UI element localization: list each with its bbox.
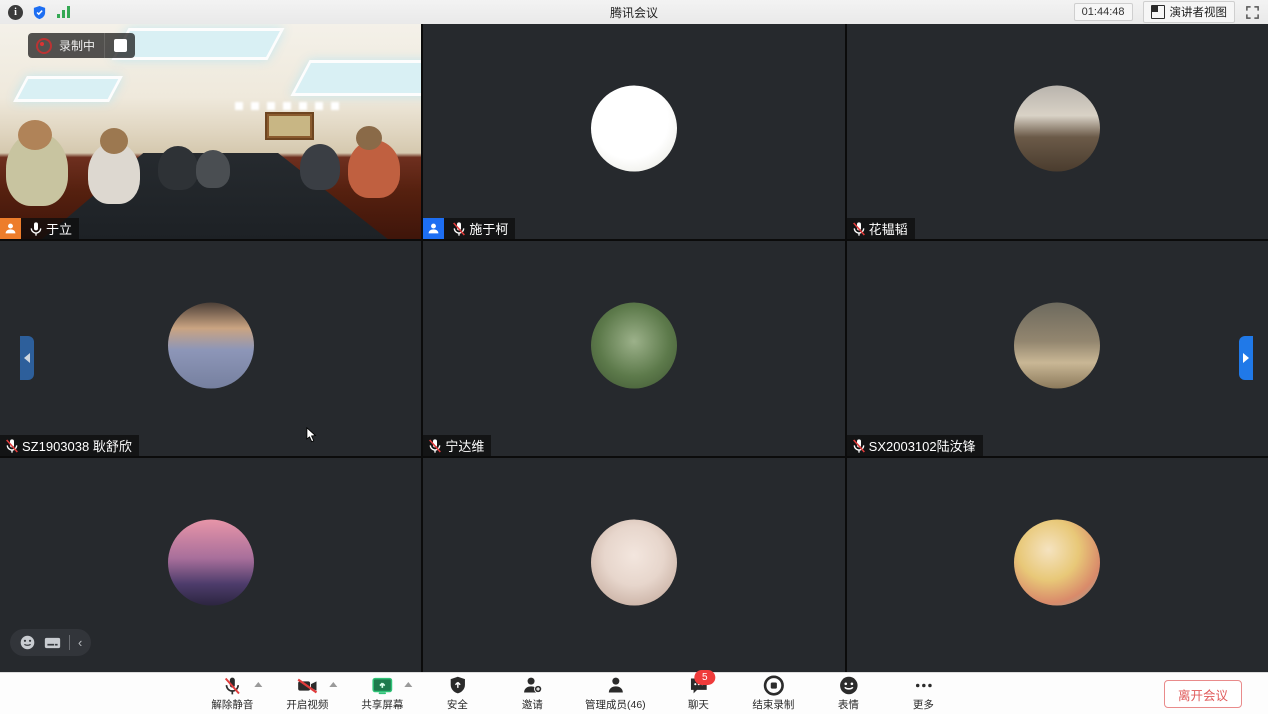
recording-label: 录制中 [59, 37, 95, 54]
invite-label: 邀请 [522, 697, 543, 712]
participant-name: 宁达维 [445, 436, 484, 455]
share-options-caret[interactable] [404, 682, 412, 687]
stop-recording-label: 结束录制 [752, 697, 794, 712]
chat-label: 聊天 [688, 697, 709, 712]
security-button[interactable]: 安全 [428, 675, 486, 712]
reactions-label: 表情 [838, 697, 859, 712]
caption-icon[interactable] [44, 636, 61, 650]
bottom-toolbar: 解除静音 开启视频 共享屏幕 安全 [0, 672, 1268, 714]
mic-options-caret[interactable] [254, 682, 262, 687]
avatar [168, 302, 254, 388]
invite-button[interactable]: 邀请 [503, 675, 561, 712]
nameplate: 施于柯 [423, 218, 515, 239]
emoji-icon[interactable] [19, 634, 36, 651]
video-grid: 录制中 于立 [0, 24, 1268, 673]
security-shield-icon [448, 675, 467, 696]
speaker-view-button[interactable]: 演讲者视图 [1143, 1, 1236, 23]
chat-button[interactable]: 聊天 5 [669, 675, 727, 712]
participant-name: 于立 [46, 219, 72, 238]
share-screen-button[interactable]: 共享屏幕 [353, 675, 411, 712]
participant-name: SZ1903038 耿舒欣 [22, 436, 132, 455]
meeting-window: i 腾讯会议 01:44:48 演讲者视图 [0, 0, 1268, 714]
mic-muted-icon [427, 438, 443, 454]
meeting-timer: 01:44:48 [1074, 3, 1133, 21]
avatar [1014, 85, 1100, 171]
avatar [591, 302, 677, 388]
video-tile-4[interactable]: SZ1903038 耿舒欣 [0, 241, 421, 456]
layout-icon [1151, 5, 1165, 19]
nameplate: 宁达维 [423, 435, 491, 456]
participant-name: 花韫韬 [869, 219, 908, 238]
video-tile-9[interactable] [847, 458, 1268, 673]
more-label: 更多 [913, 697, 934, 712]
manage-members-label: 管理成员(46) [585, 697, 646, 712]
more-button[interactable]: 更多 [894, 675, 952, 712]
mic-muted-icon [4, 438, 20, 454]
invite-person-icon [522, 675, 543, 696]
unmute-button[interactable]: 解除静音 [203, 675, 261, 712]
share-screen-label: 共享屏幕 [361, 697, 403, 712]
security-label: 安全 [447, 697, 468, 712]
nameplate: SX2003102陆汝锋 [847, 435, 983, 456]
previous-page-arrow[interactable] [20, 336, 34, 380]
avatar [168, 519, 254, 605]
title-bar: i 腾讯会议 01:44:48 演讲者视图 [0, 0, 1268, 25]
video-tile-5[interactable]: 宁达维 [423, 241, 844, 456]
camera-off-icon [296, 675, 318, 696]
more-dots-icon [913, 675, 934, 696]
share-screen-icon [371, 675, 393, 696]
host-badge-icon [0, 218, 21, 239]
next-page-arrow[interactable] [1239, 336, 1253, 380]
video-tile-3[interactable]: 花韫韬 [847, 24, 1268, 239]
speaker-view-label: 演讲者视图 [1170, 4, 1228, 20]
video-tile-2[interactable]: 施于柯 [423, 24, 844, 239]
video-tile-1[interactable]: 录制中 于立 [0, 24, 421, 239]
wall-picture [265, 112, 314, 140]
nameplate: 花韫韬 [847, 218, 915, 239]
mouse-cursor [306, 427, 318, 444]
nameplate: SZ1903038 耿舒欣 [0, 435, 139, 456]
avatar [1014, 302, 1100, 388]
video-tile-6[interactable]: SX2003102陆汝锋 [847, 241, 1268, 456]
video-tile-8[interactable] [423, 458, 844, 673]
stop-recording-icon[interactable] [114, 39, 127, 52]
mic-muted-icon [851, 221, 867, 237]
leave-meeting-button[interactable]: 离开会议 [1164, 680, 1242, 708]
recording-badge[interactable]: 录制中 [28, 33, 135, 58]
manage-members-button[interactable]: 管理成员(46) [578, 675, 652, 712]
participant-name: 施于柯 [469, 219, 508, 238]
mic-on-icon [28, 221, 44, 237]
mic-muted-icon [222, 675, 242, 696]
record-dot-icon [36, 38, 52, 54]
chevron-right-icon [1243, 353, 1249, 363]
avatar [591, 519, 677, 605]
start-video-button[interactable]: 开启视频 [278, 675, 336, 712]
mic-muted-icon [851, 438, 867, 454]
nameplate: 于立 [0, 218, 79, 239]
stop-recording-button[interactable]: 结束录制 [744, 675, 802, 712]
divider [69, 635, 70, 650]
members-icon [605, 675, 626, 696]
mic-muted-icon [451, 221, 467, 237]
chevron-left-icon [24, 353, 30, 363]
smiley-icon [838, 675, 859, 696]
chat-unread-badge: 5 [694, 670, 715, 685]
stop-record-icon [763, 675, 784, 696]
avatar [591, 85, 677, 171]
video-options-caret[interactable] [329, 682, 337, 687]
fullscreen-icon[interactable] [1245, 5, 1260, 20]
avatar [1014, 519, 1100, 605]
unmute-label: 解除静音 [211, 697, 253, 712]
member-badge-icon [423, 218, 444, 239]
start-video-label: 开启视频 [286, 697, 328, 712]
reactions-button[interactable]: 表情 [819, 675, 877, 712]
quick-actions-pill[interactable]: ‹ [10, 629, 91, 656]
participant-name: SX2003102陆汝锋 [869, 436, 976, 455]
collapse-chevron-icon[interactable]: ‹ [78, 636, 82, 649]
